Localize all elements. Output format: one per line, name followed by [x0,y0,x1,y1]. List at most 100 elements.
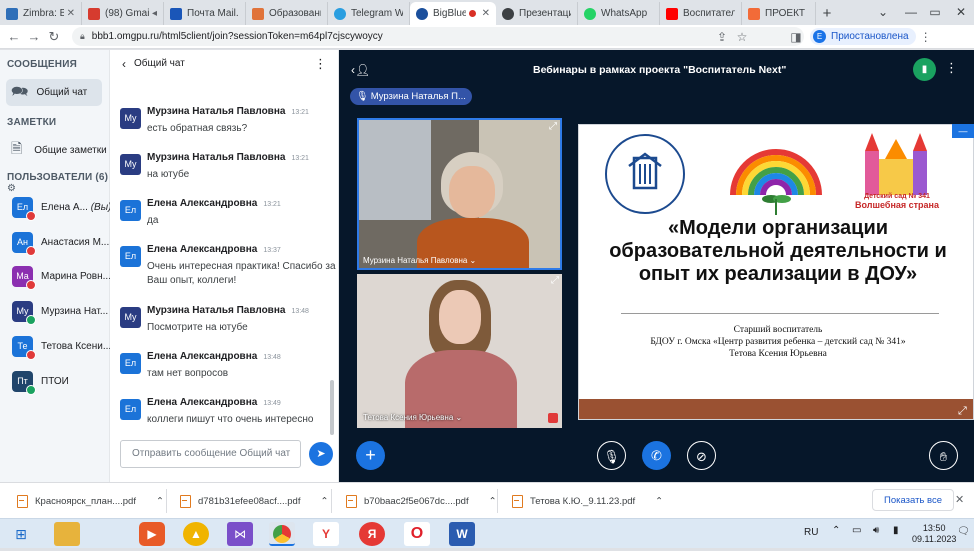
reload-icon[interactable]: ↻ [44,29,64,45]
chat-message-input[interactable]: Отправить сообщение Общий чат [120,440,301,468]
mute-button[interactable]: 🎙︎ [597,441,626,470]
chat-scrollbar[interactable] [330,380,334,435]
download-item[interactable]: Тетова К.Ю._9.11.23.pdf ⌃ [512,491,663,511]
user-item[interactable]: Му Мурзина Нат... [12,301,111,325]
tab-zimbra[interactable]: Zimbra: Входящие✕ [0,2,82,25]
show-all-downloads-button[interactable]: Показать все [872,489,954,511]
opera-icon[interactable]: O [404,522,430,546]
actions-button[interactable]: + [356,441,385,470]
person-face [439,290,481,344]
user-item[interactable]: Ел Елена А... (Вы) [12,197,111,221]
notifications-icon[interactable]: 🗨︎ [957,526,970,537]
new-tab-button[interactable]: + [816,3,838,25]
download-item[interactable]: b70baac2f5e067dc....pdf ⌃ [346,491,497,511]
download-item[interactable]: Красноярск_план....pdf ⌃ [17,491,164,511]
file-explorer-icon[interactable] [54,522,80,546]
user-item[interactable]: Ан Анастасия М... [12,232,111,256]
tab-whatsapp[interactable]: WhatsApp [578,2,660,25]
shared-notes-item[interactable]: 🗎︎ Общие заметки [11,138,107,162]
webcam-video[interactable]: Мурзина Наталья Павловна ⌄ ⤢ [357,118,562,270]
fullscreen-icon[interactable]: ⤢ [549,121,557,132]
avatar: Ел [120,399,141,420]
start-button[interactable]: ⊞ [8,522,34,546]
vs-icon[interactable]: ⋈ [227,522,253,546]
avatar: Те [12,336,36,360]
user-item[interactable]: Те Тетова Ксени... [12,336,111,360]
person-face [449,166,495,218]
tab-education[interactable]: Образование [246,2,328,25]
youtube-icon [666,7,678,20]
language-indicator[interactable]: RU [804,527,818,538]
tab-presentation[interactable]: Презентация [496,2,578,25]
raise-hand-button[interactable]: ✋︎ [929,441,958,470]
forward-icon[interactable]: → [24,29,44,44]
network-icon[interactable]: ▭ [852,525,861,536]
webcam-name-label: Мурзина Наталья Павловна ⌄ [363,256,477,265]
avatar: Ел [120,200,141,221]
kindergarten-logo-caption: Детский сад № 341 Волшебная страна [855,193,939,210]
avatar: Му [120,108,141,129]
profile-button[interactable]: E Приостановлена [810,28,916,45]
app-icon[interactable]: ▲ [183,522,209,546]
close-icon[interactable]: ✕ [67,8,75,19]
presentation-toolbar-toggle[interactable]: — [952,124,974,138]
user-item[interactable]: Пт ПТОИ [12,371,103,395]
back-icon[interactable]: ← [4,29,24,44]
clock[interactable]: 13:50 09.11.2023 [912,523,956,545]
options-icon[interactable]: ⋮ [945,60,958,76]
leave-audio-button[interactable]: ✆ [642,441,671,470]
battery-icon[interactable]: ▮ [893,525,899,536]
mic-on-icon [26,315,36,325]
mic-icon: 🎙︎ [356,91,369,102]
tray-chevron-icon[interactable]: ⌃ [832,525,840,536]
more-options-icon[interactable]: ⋮ [314,56,327,72]
yandex-icon[interactable]: Y [313,522,339,546]
close-icon[interactable]: ✕ [955,493,964,506]
phone-icon: ✆ [651,448,662,463]
avatar: Му [120,307,141,328]
tab-bigbluebutton[interactable]: BigBlueButton✕ [410,2,496,25]
fullscreen-icon[interactable]: ⤢ [958,405,967,418]
gear-icon[interactable]: ⚙ [7,183,16,194]
connection-status-button[interactable]: ▮ [913,58,936,81]
close-window-button[interactable]: ✕ [946,0,974,25]
hand-icon: ✋︎ [939,449,948,464]
tab-telegram[interactable]: Telegram Web [328,2,410,25]
tab-gmail[interactable]: (98) Gmail ◂ [82,2,164,25]
volume-icon[interactable]: 🔊︎ [873,525,879,536]
chrome-icon[interactable] [269,522,295,546]
user-item[interactable]: Ма Марина Ровн... [12,266,111,290]
download-item[interactable]: d781b31efee08acf....pdf ⌃ [180,491,328,511]
avatar: Ел [120,246,141,267]
url-text: bbb1.omgpu.ru/html5client/join?sessionTo… [91,31,383,42]
url-field[interactable]: 🔒︎ bbb1.omgpu.ru/html5client/join?sessio… [72,27,804,46]
menu-icon[interactable]: ⋮ [916,30,936,44]
tab-mail[interactable]: Почта Mail.ru [164,2,246,25]
send-icon: ➤ [316,448,326,460]
send-button[interactable]: ➤ [309,442,333,466]
media-player-icon[interactable]: ▶ [139,522,165,546]
share-icon[interactable]: ⇪ [712,30,732,44]
user-list-toggle-icon[interactable]: ‹👤︎ [351,63,370,77]
mic-off-icon: 🎙︎ [603,449,620,464]
tab-youtube[interactable]: Воспитатель [660,2,742,25]
slide-divider [621,313,939,314]
mic-off-icon [548,413,558,423]
fullscreen-icon[interactable]: ⤢ [551,275,559,286]
rainbow-logo [727,135,825,217]
sidepanel-icon[interactable]: ◨ [786,30,806,44]
chevron-left-icon[interactable]: ‹ [122,57,126,71]
tab-project[interactable]: ПРОЕКТ [742,2,816,25]
yandex-browser-icon[interactable]: Я [359,522,385,546]
share-webcam-button[interactable]: ⊘ [687,441,716,470]
close-icon[interactable]: ✕ [482,8,490,19]
webcam-video[interactable]: Тетова Ксения Юрьевна ⌄ ⤢ [357,274,562,428]
mute-icon[interactable]: ◂ [152,8,157,19]
bbb-icon [416,7,428,20]
star-icon[interactable]: ☆ [732,30,752,44]
bbb-app: СООБЩЕНИЯ 🗪︎ Общий чат ЗАМЕТКИ 🗎︎ Общие … [0,50,974,482]
tab-search-button[interactable]: ⌄ [868,0,898,25]
word-icon[interactable]: W [449,522,475,546]
public-chat-item[interactable]: 🗪︎ Общий чат [6,79,102,106]
presenter-pill: 🎙︎ Мурзина Наталья П... [350,88,472,105]
